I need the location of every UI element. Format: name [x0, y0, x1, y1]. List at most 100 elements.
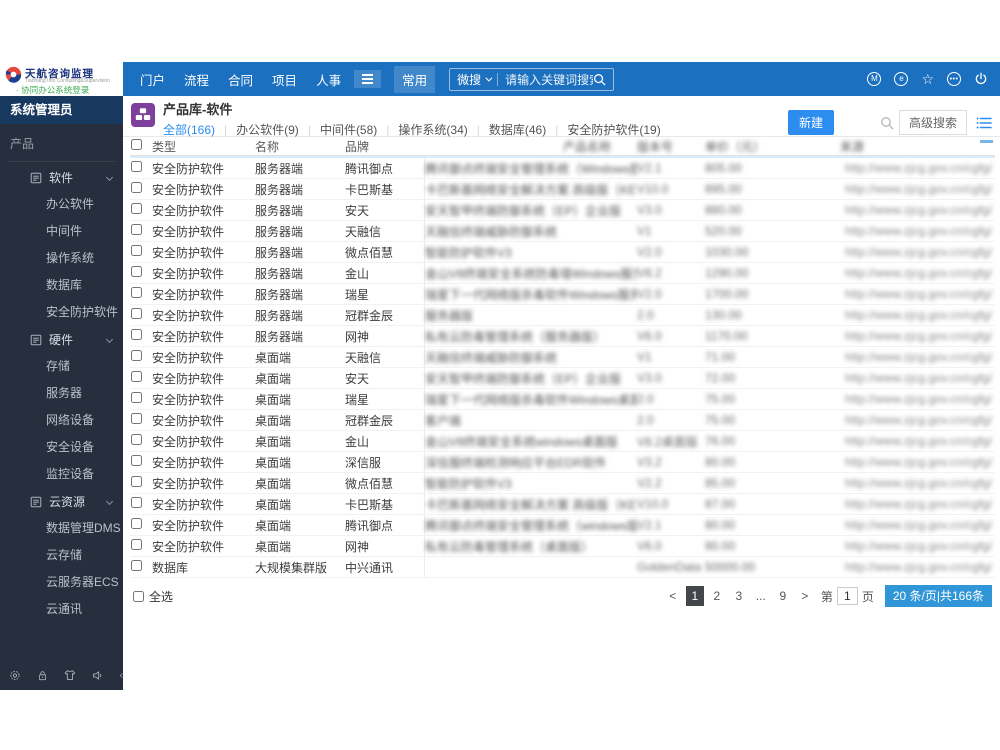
nav-item[interactable]: 合同 — [228, 70, 253, 89]
select-all-checkbox[interactable] — [133, 590, 144, 602]
theme-shirt-icon[interactable] — [64, 668, 76, 682]
cell-source-link[interactable]: http://www.zjcg.gov.cn/cgfg/ — [840, 182, 995, 196]
tab[interactable]: 操作系统(34) — [377, 121, 467, 138]
sidebar-item[interactable]: 云存储 — [0, 542, 123, 569]
sidebar-item[interactable]: 监控设备 — [0, 461, 123, 488]
nav-item[interactable]: 流程 — [184, 70, 209, 89]
sidebar-item[interactable]: 云服务器ECS — [0, 569, 123, 596]
cell-source-link[interactable]: http://www.zjcg.gov.cn/cgfg/ — [840, 413, 995, 427]
nav-item[interactable]: 人事 — [316, 70, 341, 89]
sidebar-item[interactable]: 办公软件 — [0, 191, 123, 218]
row-checkbox[interactable] — [131, 413, 142, 424]
cell-source-link[interactable]: http://www.zjcg.gov.cn/cgfg/ — [840, 392, 995, 406]
search-scope-label[interactable]: 微搜 — [457, 71, 481, 88]
row-checkbox[interactable] — [131, 245, 142, 256]
page-button[interactable]: 9 — [774, 586, 792, 606]
cell-source-link[interactable]: http://www.zjcg.gov.cn/cgfg/ — [840, 539, 995, 553]
nav-item[interactable]: 项目 — [272, 70, 297, 89]
nav-item[interactable]: 门户 — [140, 70, 165, 89]
sidebar-group[interactable]: 云资源 — [0, 488, 123, 515]
list-view-icon[interactable] — [976, 116, 992, 130]
tab[interactable]: 数据库(46) — [468, 121, 546, 138]
nav-menu-button[interactable] — [354, 70, 382, 88]
select-all-checkbox-header[interactable] — [131, 139, 142, 150]
row-checkbox[interactable] — [131, 203, 142, 214]
sidebar-item[interactable]: 服务器 — [0, 380, 123, 407]
settings-gear-icon[interactable] — [9, 668, 21, 683]
row-checkbox[interactable] — [131, 518, 142, 529]
cell-source-link[interactable]: http://www.zjcg.gov.cn/cgfg/ — [840, 161, 995, 175]
cell-source-link[interactable]: http://www.zjcg.gov.cn/cgfg/ — [840, 224, 995, 238]
cell-source-link[interactable]: http://www.zjcg.gov.cn/cgfg/ — [840, 455, 995, 469]
row-checkbox[interactable] — [131, 287, 142, 298]
sidebar-item[interactable]: 云通讯 — [0, 596, 123, 623]
advanced-search-button[interactable]: 高级搜索 — [898, 110, 967, 135]
row-checkbox[interactable] — [131, 455, 142, 466]
sidebar-group[interactable]: 硬件 — [0, 326, 123, 353]
scrollbar-indicator[interactable] — [980, 140, 993, 143]
row-checkbox[interactable] — [131, 476, 142, 487]
tab[interactable]: 中间件(58) — [299, 121, 377, 138]
page-button[interactable]: 2 — [708, 586, 726, 606]
tab[interactable]: 安全防护软件(19) — [546, 121, 660, 138]
page-button[interactable]: < — [664, 586, 682, 606]
page-size-badge[interactable]: 20 条/页|共166条 — [884, 585, 992, 607]
cell-source-link[interactable]: http://www.zjcg.gov.cn/cgfg/ — [840, 518, 995, 532]
search-icon[interactable] — [593, 73, 606, 86]
row-checkbox[interactable] — [131, 392, 142, 403]
sidebar-item[interactable]: 数据管理DMS — [0, 515, 123, 542]
row-checkbox[interactable] — [131, 224, 142, 235]
sidebar-item[interactable]: 安全设备 — [0, 434, 123, 461]
tab[interactable]: 全部(166) — [163, 121, 215, 138]
sidebar-group[interactable]: 软件 — [0, 164, 123, 191]
lock-icon[interactable] — [37, 668, 48, 683]
row-checkbox[interactable] — [131, 434, 142, 445]
e-badge-icon[interactable]: e — [894, 72, 909, 86]
new-button[interactable]: 新建 — [787, 110, 834, 135]
cell-source-link[interactable]: http://www.zjcg.gov.cn/cgfg/ — [840, 245, 995, 259]
cell-source-link[interactable]: http://www.zjcg.gov.cn/cgfg/ — [840, 203, 995, 217]
search-input[interactable]: 请输入关键词搜索 — [505, 71, 593, 88]
nav-common-button[interactable]: 常用 — [394, 65, 436, 93]
page-jump-input[interactable] — [836, 587, 858, 605]
global-search[interactable]: 微搜 请输入关键词搜索 — [449, 67, 615, 91]
row-checkbox[interactable] — [131, 560, 142, 571]
page-button[interactable]: > — [796, 586, 814, 606]
cell-source-link[interactable]: http://www.zjcg.gov.cn/cgfg/ — [840, 560, 995, 574]
page-button[interactable]: 1 — [685, 586, 704, 606]
row-checkbox[interactable] — [131, 539, 142, 550]
favorite-star-icon[interactable]: ☆ — [921, 72, 934, 86]
cell-source-link[interactable]: http://www.zjcg.gov.cn/cgfg/ — [840, 434, 995, 448]
sound-speaker-icon[interactable] — [92, 668, 104, 683]
sidebar-item[interactable]: 存储 — [0, 353, 123, 380]
oa-login-link[interactable]: · 协同办公系统登录 — [16, 84, 89, 96]
cell-source-link[interactable]: http://www.zjcg.gov.cn/cgfg/ — [840, 266, 995, 280]
more-options-icon[interactable]: ••• — [947, 72, 961, 86]
row-checkbox[interactable] — [131, 371, 142, 382]
row-checkbox[interactable] — [131, 308, 142, 319]
row-checkbox[interactable] — [131, 182, 142, 193]
cell-source-link[interactable]: http://www.zjcg.gov.cn/cgfg/ — [840, 308, 995, 322]
cell-source-link[interactable]: http://www.zjcg.gov.cn/cgfg/ — [840, 497, 995, 511]
cell-source-link[interactable]: http://www.zjcg.gov.cn/cgfg/ — [840, 476, 995, 490]
sidebar-item[interactable]: 中间件 — [0, 218, 123, 245]
row-checkbox[interactable] — [131, 266, 142, 277]
row-checkbox[interactable] — [131, 161, 142, 172]
cell-source-link[interactable]: http://www.zjcg.gov.cn/cgfg/ — [840, 287, 995, 301]
sidebar-item[interactable]: 安全防护软件 — [0, 299, 123, 326]
sidebar-item[interactable]: 网络设备 — [0, 407, 123, 434]
page-button[interactable]: 3 — [730, 586, 748, 606]
row-checkbox[interactable] — [131, 329, 142, 340]
page-button[interactable]: ... — [752, 586, 770, 606]
sidebar-item[interactable]: 数据库 — [0, 272, 123, 299]
cell-source-link[interactable]: http://www.zjcg.gov.cn/cgfg/ — [840, 329, 995, 343]
tab[interactable]: 办公软件(9) — [215, 121, 299, 138]
row-checkbox[interactable] — [131, 497, 142, 508]
row-checkbox[interactable] — [131, 350, 142, 361]
search-icon[interactable] — [880, 116, 894, 130]
cell-source-link[interactable]: http://www.zjcg.gov.cn/cgfg/ — [840, 371, 995, 385]
sidebar-item[interactable]: 操作系统 — [0, 245, 123, 272]
m-badge-icon[interactable]: M — [867, 72, 882, 86]
cell-source-link[interactable]: http://www.zjcg.gov.cn/cgfg/ — [840, 350, 995, 364]
power-icon[interactable] — [974, 72, 988, 86]
